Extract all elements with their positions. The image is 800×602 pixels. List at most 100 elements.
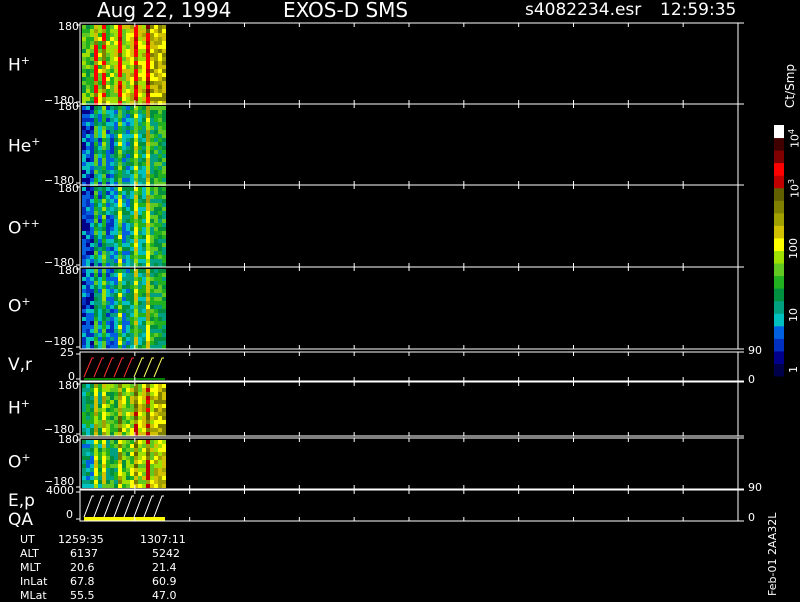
heatmap-cell [98, 285, 102, 289]
heatmap-cell [118, 106, 122, 110]
heatmap-cell [142, 452, 146, 456]
heatmap-cell [102, 251, 106, 255]
heatmap-cell [154, 122, 158, 126]
heatmap-cell [138, 77, 142, 81]
heatmap-cell [154, 416, 158, 420]
heatmap-cell [158, 472, 162, 476]
heatmap-cell [86, 333, 90, 337]
heatmap-cell [146, 223, 150, 227]
heatmap-cell [162, 464, 166, 468]
heatmap-cell [98, 73, 102, 77]
colorbar-swatch [774, 175, 784, 189]
heatmap-cell [118, 166, 122, 170]
heatmap-cell [98, 309, 102, 313]
heatmap-cell [130, 219, 134, 223]
heatmap-cell [134, 174, 138, 178]
heatmap-cell [98, 223, 102, 227]
heatmap-cell [150, 106, 154, 110]
heatmap-cell [146, 231, 150, 235]
heatmap-cell [94, 219, 98, 223]
heatmap-cell [102, 223, 106, 227]
heatmap-cell [94, 333, 98, 337]
heatmap-cell [110, 154, 114, 158]
heatmap-cell [146, 166, 150, 170]
heatmap-cell [126, 69, 130, 73]
heatmap-cell [82, 243, 86, 247]
heatmap-cell [142, 231, 146, 235]
heatmap-cell [114, 317, 118, 321]
heatmap-cell [134, 45, 138, 49]
heatmap-cell [154, 187, 158, 191]
heatmap-cell [158, 255, 162, 259]
heatmap-cell [114, 392, 118, 396]
heatmap-cell [146, 273, 150, 277]
heatmap-cell [142, 41, 146, 45]
heatmap-cell [162, 166, 166, 170]
heatmap-cell [106, 231, 110, 235]
heatmap-cell [134, 215, 138, 219]
heatmap-cell [158, 138, 162, 142]
colorbar-swatch [774, 212, 784, 226]
heatmap-cell [142, 239, 146, 243]
heatmap-cell [122, 207, 126, 211]
heatmap-cell [94, 166, 98, 170]
heatmap-cell [118, 89, 122, 93]
heatmap-cell [138, 191, 142, 195]
colorbar-swatch [774, 125, 784, 139]
heatmap-cell [142, 341, 146, 345]
heatmap-cell [102, 53, 106, 57]
heatmap-cell [86, 452, 90, 456]
heatmap-cell [98, 341, 102, 345]
heatmap-cell [126, 178, 130, 182]
heatmap-cell [122, 49, 126, 53]
heatmap-cell [138, 432, 142, 436]
heatmap-cell [150, 203, 154, 207]
heatmap-cell [162, 231, 166, 235]
heatmap-cell [162, 329, 166, 333]
heatmap-cell [162, 215, 166, 219]
heatmap-cell [150, 412, 154, 416]
heatmap-cell [162, 154, 166, 158]
heatmap-cell [122, 277, 126, 281]
tick-top: 180 [58, 379, 79, 392]
heatmap-cell [82, 305, 86, 309]
heatmap-cell [98, 134, 102, 138]
heatmap-cell [162, 138, 166, 142]
heatmap-cell [110, 126, 114, 130]
heatmap-cell [122, 239, 126, 243]
heatmap-cell [146, 432, 150, 436]
heatmap-cell [86, 122, 90, 126]
heatmap-cell [122, 333, 126, 337]
heatmap-cell [98, 472, 102, 476]
heatmap-cell [114, 337, 118, 341]
heatmap-cell [150, 223, 154, 227]
heatmap-cell [154, 440, 158, 444]
heatmap-cell [118, 384, 122, 388]
heatmap-cell [118, 448, 122, 452]
heatmap-cell [86, 126, 90, 130]
heatmap-cell [134, 93, 138, 97]
colorbar-tick: 1 [787, 366, 800, 373]
footer-value: 6137 [70, 547, 98, 560]
heatmap-cell [102, 81, 106, 85]
heatmap-cell [142, 255, 146, 259]
heatmap-cell [142, 138, 146, 142]
heatmap-cell [94, 158, 98, 162]
heatmap-cell [146, 219, 150, 223]
heatmap-cell [154, 215, 158, 219]
heatmap-cell [106, 191, 110, 195]
heatmap-cell [154, 337, 158, 341]
heatmap-cell [86, 341, 90, 345]
heatmap-cell [130, 122, 134, 126]
heatmap-cell [106, 345, 110, 349]
heatmap-cell [110, 65, 114, 69]
heatmap-cell [106, 170, 110, 174]
heatmap-cell [126, 404, 130, 408]
heatmap-cell [122, 384, 126, 388]
heatmap-cell [90, 77, 94, 81]
heatmap-cell [86, 65, 90, 69]
heatmap-cell [154, 476, 158, 480]
heatmap-cell [122, 191, 126, 195]
heatmap-cell [110, 231, 114, 235]
heatmap-cell [138, 126, 142, 130]
